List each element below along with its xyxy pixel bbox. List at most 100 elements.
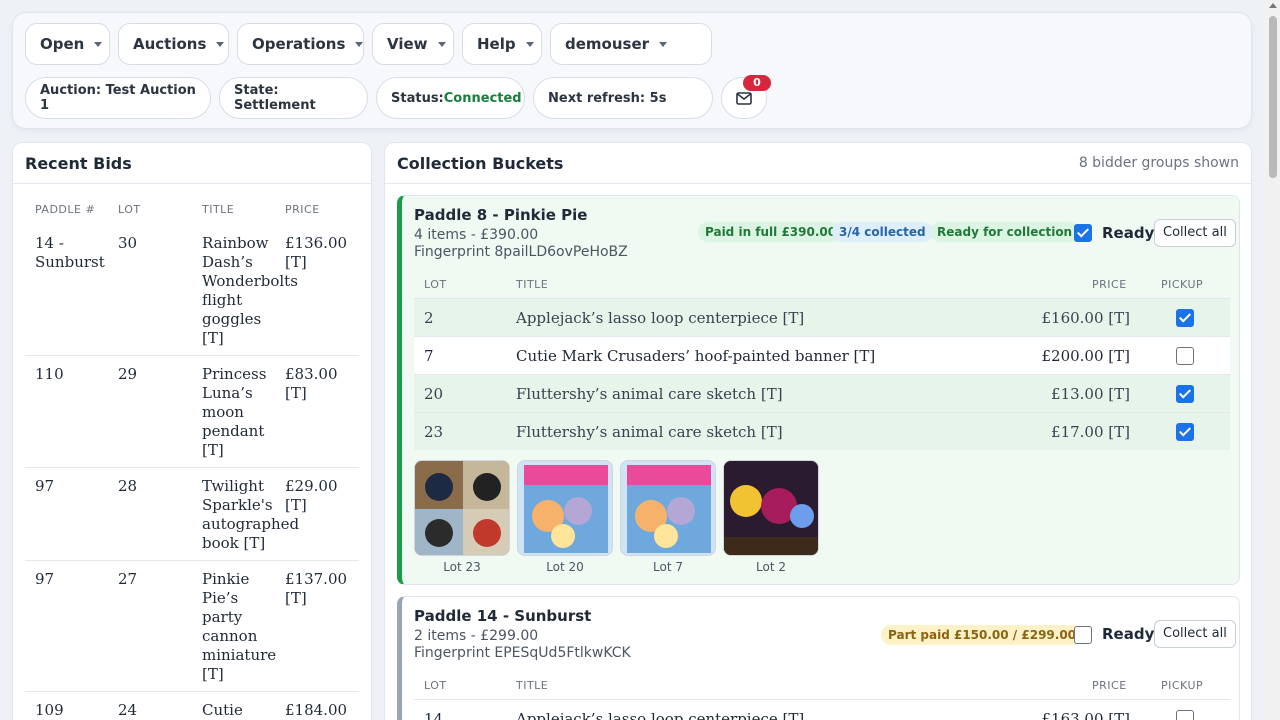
col-header-title: TITLE [202,203,235,216]
lot-title: Applejack’s lasso loop centerpiece [T] [516,710,805,720]
status-label: Status: [391,90,444,106]
page-scrollbar[interactable] [1266,0,1280,720]
lot-price: £160.00 [T] [1041,309,1130,327]
bucket-card: Paddle 8 - Pinkie Pie 4 items - £390.00 … [397,195,1240,585]
lot-row[interactable]: 7 Cutie Mark Crusaders’ hoof-painted ban… [414,336,1230,374]
bid-title: Rainbow Dash’s Wonderbolts flight goggle… [202,234,298,347]
table-row[interactable]: 97 28 Twilight Sparkle's autographed boo… [25,469,359,561]
bid-paddle: 97 [35,477,55,495]
view-menu[interactable]: View [372,23,454,65]
open-menu[interactable]: Open [25,23,110,65]
bid-paddle: 110 [35,365,64,383]
plush-figures-image [415,461,509,555]
table-row[interactable]: 110 29 Princess Luna’s moon pendant [T] … [25,357,359,468]
bid-price: £29.00 [T] [285,477,338,514]
lot-row[interactable]: 23 Fluttershy’s animal care sketch [T] £… [414,412,1230,450]
help-menu-label: Help [477,35,516,53]
chevron-down-icon [659,41,668,47]
bid-lot: 29 [118,365,138,383]
envelope-icon [736,91,752,105]
lot-row[interactable]: 20 Fluttershy’s animal care sketch [T] £… [414,374,1230,412]
scrollbar-thumb[interactable] [1269,16,1277,178]
bucket-title: Paddle 8 - Pinkie Pie [414,206,588,224]
view-menu-label: View [387,35,428,53]
chevron-down-icon [525,41,534,47]
ready-status-badge: Ready for collection [930,222,1080,242]
pickup-checkbox[interactable] [1176,423,1194,441]
auctions-menu[interactable]: Auctions [118,23,229,65]
user-menu[interactable]: demouser [550,23,712,65]
state-indicator[interactable]: State: Settlement [219,77,368,119]
lot-title: Applejack’s lasso loop centerpiece [T] [516,309,805,327]
operations-menu[interactable]: Operations [237,23,364,65]
price-col-header: PRICE [1092,679,1127,692]
bid-price: £136.00 [T] [285,234,348,271]
thumbnail-caption: Lot 2 [756,560,786,574]
lot-title: Fluttershy’s animal care sketch [T] [516,423,783,441]
pickup-col-header: PICKUP [1161,278,1204,291]
status-value: Connected [443,90,522,106]
ready-checkbox[interactable] [1074,626,1092,644]
bid-price: £83.00 [T] [285,365,338,402]
lot-number: 20 [424,385,444,403]
lot-thumbnail[interactable] [620,460,716,556]
recent-bids-title: Recent Bids [25,153,132,173]
chevron-down-icon [94,41,103,47]
lot-thumbnail[interactable] [414,460,510,556]
bucket-summary: 2 items - £299.00 [414,628,539,644]
refresh-label: Next refresh: 5s [548,90,667,106]
pickup-checkbox[interactable] [1176,385,1194,403]
collect-all-button[interactable]: Collect all [1154,620,1236,648]
lot-price: £200.00 [T] [1041,347,1130,365]
table-row[interactable]: 109 24 Cutie £184.00 [25,693,359,720]
lot-number: 2 [424,309,434,327]
lot-title: Cutie Mark Crusaders’ hoof-painted banne… [516,347,876,365]
collected-count-badge: 3/4 collected [832,222,933,242]
pickup-checkbox[interactable] [1176,309,1194,327]
auction-label: Auction: Test Auction 1 [40,83,196,113]
bid-lot: 28 [118,477,138,495]
collection-title: Collection Buckets [397,153,564,173]
help-menu[interactable]: Help [462,23,542,65]
chevron-down-icon [437,41,446,47]
chevron-down-icon [355,41,364,47]
bid-lot: 24 [118,701,138,719]
lot-thumbnail[interactable] [517,460,613,556]
figure-scene-image [724,461,818,555]
lot-price: £163.00 [T] [1041,710,1130,720]
col-header-lot: LOT [118,203,141,216]
bid-title: Cutie [202,701,243,719]
lot-price: £17.00 [T] [1051,423,1130,441]
toy-box-image [627,465,711,553]
lot-number: 7 [424,347,434,365]
lot-row[interactable]: 2 Applejack’s lasso loop centerpiece [T]… [414,298,1230,336]
ready-checkbox[interactable] [1074,224,1092,242]
auction-indicator[interactable]: Auction: Test Auction 1 [25,77,211,119]
bid-price: £137.00 [T] [285,570,348,607]
collect-all-button[interactable]: Collect all [1154,219,1236,247]
col-header-paddle: PADDLE # [35,203,96,216]
bid-paddle: 14 - Sunburst [35,234,105,271]
thumbnail-caption: Lot 20 [546,560,584,574]
thumbnail-caption: Lot 23 [443,560,481,574]
lot-thumbnail[interactable] [723,460,819,556]
scroll-up-arrow-icon[interactable] [1269,3,1277,8]
price-col-header: PRICE [1092,278,1127,291]
title-col-header: TITLE [516,278,549,291]
bucket-title: Paddle 14 - Sunburst [414,607,592,625]
toy-box-image [524,465,608,553]
operations-menu-label: Operations [252,35,346,53]
table-row[interactable]: 97 27 Pinkie Pie’s party cannon miniatur… [25,562,359,692]
bid-lot: 27 [118,570,138,588]
lot-table-header: LOT TITLE PRICE PICKUP [414,268,1230,298]
user-menu-label: demouser [565,35,650,53]
table-row[interactable]: 14 - Sunburst 30 Rainbow Dash’s Wonderbo… [25,226,359,356]
pickup-checkbox[interactable] [1176,347,1194,365]
lot-row[interactable]: 14 Applejack’s lasso loop centerpiece [T… [414,699,1230,720]
auctions-menu-label: Auctions [133,35,207,53]
col-header-price: PRICE [285,203,320,216]
refresh-indicator: Next refresh: 5s [533,77,713,119]
bid-title: Princess Luna’s moon pendant [T] [202,365,267,459]
bid-title: Pinkie Pie’s party cannon miniature [T] [202,570,277,683]
pickup-checkbox[interactable] [1176,710,1194,720]
